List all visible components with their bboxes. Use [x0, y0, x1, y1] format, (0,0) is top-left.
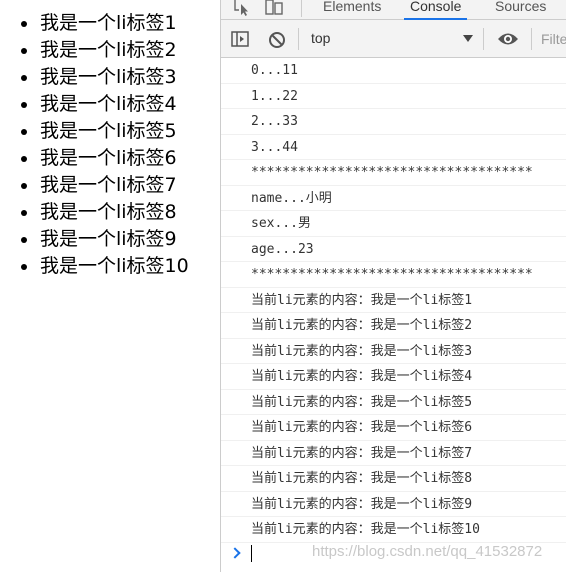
bullet-icon	[21, 75, 27, 81]
bullet-icon	[21, 129, 27, 135]
context-value: top	[311, 30, 331, 46]
console-line: 当前li元素的内容：我是一个li标签8	[221, 466, 566, 492]
dropdown-arrow-icon	[463, 35, 473, 42]
console-line: 当前li元素的内容：我是一个li标签7	[221, 441, 566, 466]
bullet-icon	[21, 183, 27, 189]
console-line: 当前li元素的内容：我是一个li标签9	[221, 492, 566, 517]
list-item: 我是一个li标签10	[20, 253, 189, 280]
list-item-text: 我是一个li标签1	[40, 12, 177, 34]
eye-icon[interactable]	[497, 31, 519, 47]
list-item-text: 我是一个li标签5	[40, 120, 177, 142]
text-caret	[251, 545, 252, 562]
console-line: sex...男	[221, 211, 566, 237]
devtools-tab-bar: Elements Console Sources	[221, 0, 566, 20]
filter-input[interactable]: Filter	[541, 31, 566, 49]
console-line: 当前li元素的内容：我是一个li标签6	[221, 415, 566, 441]
bullet-icon	[21, 237, 27, 243]
console-line: name...小明	[221, 186, 566, 211]
li-list: 我是一个li标签1 我是一个li标签2 我是一个li标签3 我是一个li标签4 …	[20, 10, 189, 280]
inspect-element-icon[interactable]	[233, 0, 251, 16]
tab-sources[interactable]: Sources	[489, 0, 552, 18]
list-item-text: 我是一个li标签3	[40, 66, 177, 88]
list-item: 我是一个li标签6	[20, 145, 189, 172]
watermark: https://blog.csdn.net/qq_41532872	[312, 543, 543, 560]
bullet-icon	[21, 102, 27, 108]
console-toolbar: top Filter	[221, 20, 566, 58]
list-item-text: 我是一个li标签7	[40, 174, 177, 196]
list-item: 我是一个li标签5	[20, 118, 189, 145]
console-line: 当前li元素的内容：我是一个li标签4	[221, 364, 566, 390]
divider	[301, 0, 302, 17]
divider	[298, 28, 299, 50]
console-line: 0...11	[221, 58, 566, 84]
bullet-icon	[21, 48, 27, 54]
list-item-text: 我是一个li标签4	[40, 93, 177, 115]
bullet-icon	[21, 210, 27, 216]
console-line: 1...22	[221, 84, 566, 109]
console-line: age...23	[221, 237, 566, 262]
sidebar-toggle-icon[interactable]	[231, 31, 249, 47]
console-line: ************************************	[221, 262, 566, 288]
list-item-text: 我是一个li标签2	[40, 39, 177, 61]
bullet-icon	[21, 264, 27, 270]
list-item-text: 我是一个li标签10	[40, 255, 189, 277]
devtools-panel: Elements Console Sources top Filte 0...1…	[220, 0, 566, 572]
list-item-text: 我是一个li标签6	[40, 147, 177, 169]
console-line: 2...33	[221, 109, 566, 135]
list-item: 我是一个li标签1	[20, 10, 189, 37]
list-item: 我是一个li标签9	[20, 226, 189, 253]
console-line: 当前li元素的内容：我是一个li标签3	[221, 339, 566, 364]
tab-console[interactable]: Console	[404, 0, 468, 20]
list-item: 我是一个li标签3	[20, 64, 189, 91]
console-line: 3...44	[221, 135, 566, 160]
divider	[483, 28, 484, 50]
divider	[531, 28, 532, 50]
list-item: 我是一个li标签4	[20, 91, 189, 118]
list-item: 我是一个li标签8	[20, 199, 189, 226]
context-selector[interactable]: top	[311, 30, 473, 50]
console-line: ************************************	[221, 160, 566, 186]
list-item-text: 我是一个li标签9	[40, 228, 177, 250]
device-toolbar-icon[interactable]	[265, 0, 283, 16]
console-line: 当前li元素的内容：我是一个li标签2	[221, 313, 566, 339]
console-output: 0...11 1...22 2...33 3...44 ************…	[221, 58, 566, 543]
console-line: 当前li元素的内容：我是一个li标签1	[221, 288, 566, 313]
prompt-chevron-icon	[229, 547, 241, 559]
list-item: 我是一个li标签7	[20, 172, 189, 199]
rendered-page: 我是一个li标签1 我是一个li标签2 我是一个li标签3 我是一个li标签4 …	[0, 0, 220, 572]
list-item: 我是一个li标签2	[20, 37, 189, 64]
tab-elements[interactable]: Elements	[317, 0, 387, 18]
clear-console-icon[interactable]	[268, 31, 286, 48]
console-line: 当前li元素的内容：我是一个li标签10	[221, 517, 566, 543]
list-item-text: 我是一个li标签8	[40, 201, 177, 223]
bullet-icon	[21, 156, 27, 162]
console-line: 当前li元素的内容：我是一个li标签5	[221, 390, 566, 415]
bullet-icon	[21, 21, 27, 27]
